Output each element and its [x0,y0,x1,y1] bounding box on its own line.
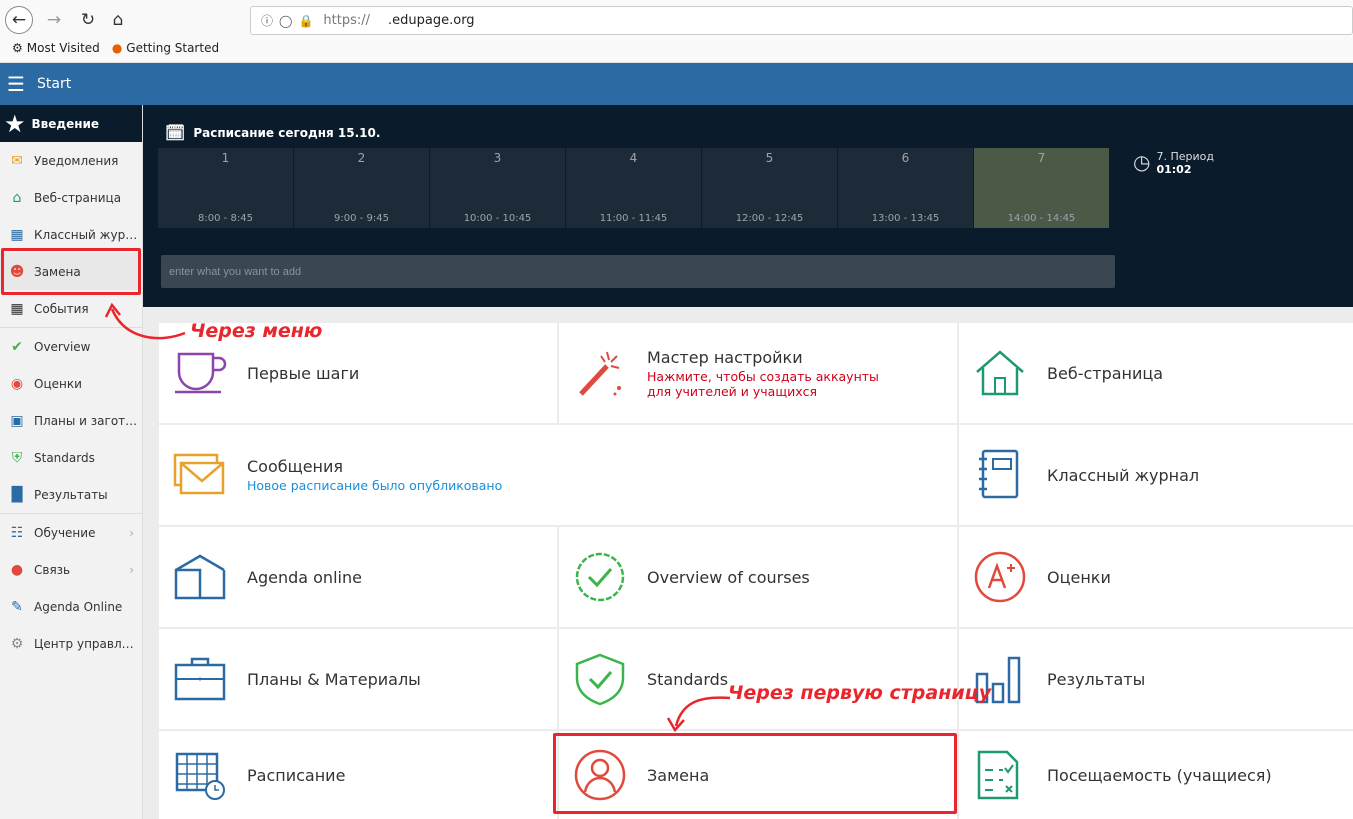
messages-label-group: Сообщения Новое расписание было опубликов… [247,457,503,493]
arrow-left-icon: ← [11,10,27,30]
tile-results[interactable]: Результаты [959,629,1353,729]
tile-messages[interactable]: Сообщения Новое расписание было опубликов… [159,425,957,525]
annotation-via-first-page: Через первую страницу [728,682,992,704]
calendar-icon: ▦ [10,300,24,317]
arrow-right-icon: → [46,10,62,30]
lock-icon: 🔒 [298,13,314,28]
sidebar: ★ Введение ✉ Уведомления ⌂ Веб-страница ▦ К… [0,105,143,819]
checklist-icon [973,750,1027,800]
tile-attendance[interactable]: Посещаемость (учащиеся) [959,731,1353,819]
tile-overview-courses[interactable]: Overview of courses [559,527,957,627]
bookmark-most-visited[interactable]: ⚙ Most Visited [12,41,100,55]
home-button[interactable]: ⌂ [104,6,132,34]
grade-a-plus-icon [973,551,1027,603]
cup-icon [173,348,227,398]
period-cell[interactable]: 3 10:00 - 10:45 [430,148,566,228]
bookmark-getting-started[interactable]: ● Getting Started [112,41,219,55]
period-cell[interactable]: 4 11:00 - 11:45 [566,148,702,228]
sidebar-item-agenda-online[interactable]: ✎ Agenda Online [0,588,142,625]
reload-button[interactable]: ↻ [74,6,102,34]
envelope-icon [173,450,227,500]
app-title[interactable]: Start [37,76,71,92]
check-circle-icon: ✔ [11,338,23,355]
house-icon: ⌂ [12,189,22,206]
tile-class-journal[interactable]: Классный журнал [959,425,1353,525]
tile-agenda-online[interactable]: Agenda online [159,527,557,627]
sidebar-item-learning[interactable]: ☷ Обучение › [0,514,142,551]
briefcase-icon [173,654,227,704]
hamburger-menu-icon[interactable]: ☰ [7,72,27,96]
sidebar-item-notifications[interactable]: ✉ Уведомления [0,142,142,179]
url-bar[interactable]: ⓘ ◯ 🔒 https:// .edupage.org [250,6,1353,35]
annotation-box-first-page [553,733,957,814]
tile-website[interactable]: Веб-страница [959,323,1353,423]
reload-icon: ↻ [80,10,96,30]
annotation-box-menu [1,248,141,295]
magic-wand-icon [573,348,627,398]
period-cell-current[interactable]: 7 14:00 - 14:45 [974,148,1110,228]
sidebar-item-grades[interactable]: ◉ Оценки [0,365,142,402]
home-icon: ⌂ [112,10,124,30]
sidebar-item-website[interactable]: ⌂ Веб-страница [0,179,142,216]
notebook-icon [973,449,1027,500]
chat-icon: ● [10,561,24,578]
forward-button[interactable]: → [40,6,68,34]
briefcase-icon: ▣ [10,412,24,429]
sidebar-header[interactable]: ★ Введение [0,105,142,142]
bookmarks-bar: ⚙ Most Visited ● Getting Started [12,41,219,55]
back-button[interactable]: ← [5,6,33,34]
shield-check-icon [573,653,627,706]
browser-chrome: ← → ↻ ⌂ ⓘ ◯ 🔒 https:// .edupage.org ⚙ Mos… [0,0,1353,63]
sidebar-item-plans[interactable]: ▣ Планы и загот… [0,402,142,439]
clock-icon: ◷ [1133,150,1151,174]
period-cell[interactable]: 2 9:00 - 9:45 [294,148,430,228]
info-icon[interactable]: ⓘ [261,12,273,29]
pen-icon: ✎ [11,598,23,615]
app-header: ☰ Start [0,63,1353,105]
tile-grades[interactable]: Оценки [959,527,1353,627]
tile-plans-materials[interactable]: Планы & Материалы [159,629,557,729]
period-cell[interactable]: 1 8:00 - 8:45 [158,148,294,228]
url-domain: .edupage.org [388,13,475,28]
sidebar-item-communication[interactable]: ● Связь › [0,551,142,588]
today-schedule-panel: 🗓 Расписание сегодня 15.10. 1 8:00 - 8:45… [143,105,1353,307]
wizard-label-group: Мастер настройки Нажмите, чтобы создать а… [647,347,879,399]
annotation-via-menu: Через меню [190,320,323,342]
house-icon [973,348,1027,398]
gear-icon: ⚙ [10,635,24,652]
url-protocol: https:// [323,13,371,28]
book-icon: ☷ [10,524,24,541]
sidebar-item-standards[interactable]: ⛨ Standards [0,439,142,476]
sidebar-item-control-center[interactable]: ⚙ Центр управл… [0,625,142,662]
timetable-icon [173,750,227,800]
period-cell[interactable]: 6 13:00 - 13:45 [838,148,974,228]
firefox-icon: ● [111,41,123,55]
periods-row: 1 8:00 - 8:45 2 9:00 - 9:45 3 10:00 - 10:45… [158,148,1110,228]
period-cell[interactable]: 5 12:00 - 12:45 [702,148,838,228]
tracking-shield-icon[interactable]: ◯ [279,14,292,28]
schedule-title: 🗓 Расписание сегодня 15.10. [165,123,381,142]
open-book-icon [173,552,227,602]
add-item-input[interactable] [161,255,1115,288]
chevron-right-icon: › [129,525,134,540]
gear-icon: ⚙ [12,41,23,55]
mail-icon: ✉ [11,152,23,169]
sidebar-item-results[interactable]: █ Результаты [0,476,142,513]
grade-icon: ◉ [10,375,24,392]
shield-icon: ⛨ [11,449,23,466]
star-icon: ★ [4,109,26,138]
calendar-icon: 🗓 [165,123,186,142]
chevron-right-icon: › [129,562,134,577]
tile-setup-wizard[interactable]: Мастер настройки Нажмите, чтобы создать а… [559,323,957,423]
current-period-indicator: ◷ 7. Период 01:02 [1133,150,1214,176]
annotation-arrow-menu [104,302,186,340]
badge-check-icon [573,552,627,602]
tile-timetable[interactable]: Расписание [159,731,557,819]
notebook-icon: ▦ [10,226,24,243]
bar-chart-icon: █ [11,486,23,503]
tile-standards[interactable]: Standards [559,629,957,729]
